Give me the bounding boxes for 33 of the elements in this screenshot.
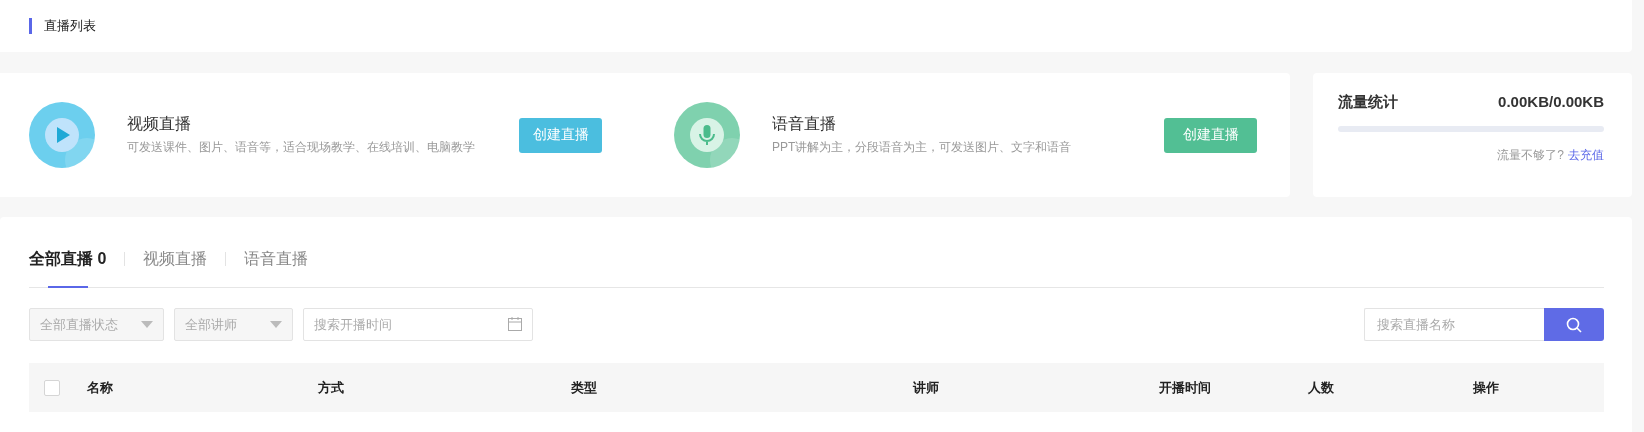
calendar-icon — [508, 317, 522, 331]
card-title: 语音直播 — [772, 114, 837, 134]
search-button[interactable] — [1544, 308, 1604, 341]
create-live-button[interactable]: 创建直播 — [1164, 117, 1257, 153]
filter-dropdown[interactable]: 全部直播状态 — [29, 308, 164, 341]
column-header: 讲师 — [913, 378, 940, 397]
search-field[interactable]: 搜索直播名称 — [1364, 308, 1544, 341]
filter-tab[interactable]: 语音直播 — [226, 231, 327, 287]
column-header: 操作 — [1473, 378, 1500, 397]
play-icon — [29, 102, 95, 168]
card-title: 视频直播 — [127, 114, 192, 134]
search-icon — [1566, 316, 1582, 333]
create-live-button[interactable]: 创建直播 — [519, 117, 602, 153]
column-header: 类型 — [571, 378, 598, 397]
traffic-title: 流量统计 — [1338, 93, 1398, 112]
traffic-hint: 流量不够了? — [1497, 147, 1564, 164]
column-header: 开播时间 — [1159, 378, 1212, 397]
recharge-link[interactable]: 去充值 — [1568, 147, 1604, 164]
microphone-icon — [674, 102, 740, 168]
caret-icon — [141, 321, 153, 328]
filter-dropdown[interactable]: 全部讲师 — [174, 308, 293, 341]
column-header: 方式 — [318, 378, 345, 397]
page-title: 直播列表 — [44, 17, 96, 35]
filter-tab[interactable]: 全部直播 0 — [29, 231, 125, 287]
select-all-checkbox[interactable] — [44, 379, 60, 396]
caret-icon — [270, 321, 282, 328]
filter-tab[interactable]: 视频直播 — [125, 231, 226, 287]
traffic-value: 0.00KB/0.00KB — [1498, 93, 1604, 112]
date-field[interactable]: 搜索开播时间 — [303, 308, 533, 341]
column-header: 人数 — [1308, 378, 1335, 397]
column-header: 名称 — [87, 378, 114, 397]
card-description: PPT讲解为主，分段语音为主，可发送图片、文字和语音 — [772, 139, 1073, 156]
card-description: 可发送课件、图片、语音等，适合现场教学、在线培训、电脑教学 — [127, 139, 476, 156]
